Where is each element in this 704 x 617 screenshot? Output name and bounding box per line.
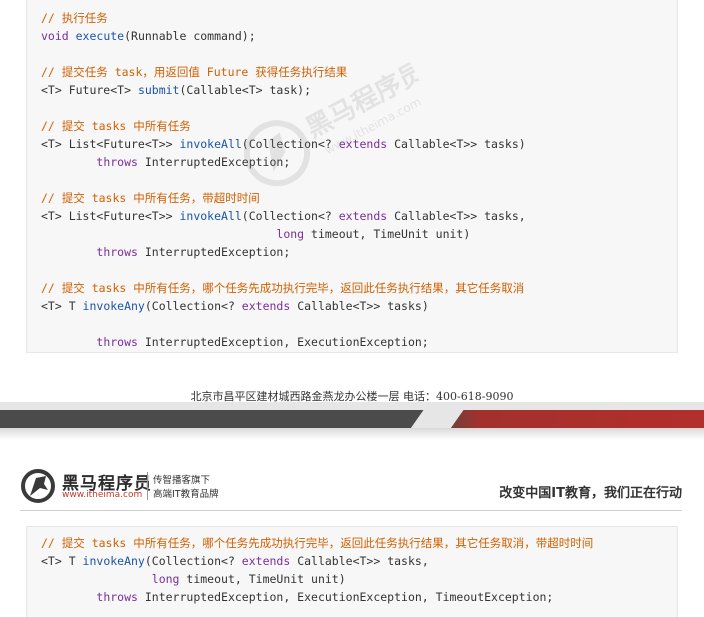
brand-url: www.itheima.com: [62, 490, 143, 500]
code-block-bottom: // 提交 tasks 中所有任务，哪个任务先成功执行完毕，返回此任务执行结果，…: [26, 526, 678, 617]
code-token: (Callable<T> task);: [179, 83, 312, 97]
code-token: execute: [75, 29, 125, 43]
code-line: throws InterruptedException, ExecutionEx…: [41, 588, 553, 606]
code-token: extends: [241, 299, 291, 313]
brand-tagline-1: 传智播客旗下: [153, 475, 211, 486]
code-line: long timeout, TimeUnit unit): [41, 570, 346, 588]
code-token: Callable<T>> tasks,: [387, 209, 526, 223]
horse-logo-icon: [21, 469, 55, 503]
code-token: invokeAny: [82, 299, 145, 313]
code-line: <T> T invokeAny(Collection<? extends Cal…: [41, 552, 429, 570]
footer-band-shadow: [0, 428, 704, 440]
code-token: InterruptedException, ExecutionException…: [137, 335, 429, 349]
code-line: long timeout, TimeUnit unit): [41, 225, 470, 243]
code-token: Callable<T>> tasks): [387, 137, 526, 151]
code-token: throws: [96, 155, 138, 169]
brand-slogan: 改变中国IT教育，我们正在行动: [499, 486, 682, 501]
code-token: invokeAny: [82, 554, 145, 568]
code-token: extends: [338, 137, 388, 151]
code-line: throws InterruptedException, ExecutionEx…: [41, 333, 429, 351]
code-token: throws: [96, 335, 138, 349]
code-line: // 提交 tasks 中所有任务，哪个任务先成功执行完毕，返回此任务执行结果，…: [41, 534, 593, 552]
code-line: <T> Future<T> submit(Callable<T> task);: [41, 81, 311, 99]
header-divider: [20, 510, 682, 511]
code-token: Callable<T>> tasks,: [290, 554, 429, 568]
code-line: throws InterruptedException;: [41, 243, 290, 261]
code-token: (Collection<?: [144, 554, 242, 568]
brand-tagline-2: 高端IT教育品牌: [153, 489, 219, 500]
code-token: invokeAll: [179, 137, 242, 151]
logo-divider: [147, 472, 148, 500]
code-token: InterruptedException;: [137, 245, 291, 259]
code-token: throws: [96, 590, 138, 604]
code-line: // 执行任务: [41, 9, 108, 27]
code-token: void: [41, 29, 76, 43]
code-token: <T> Future<T>: [41, 83, 138, 97]
code-token: <T> List<Future<T>>: [41, 209, 180, 223]
code-line: <T> List<Future<T>> invokeAll(Collection…: [41, 207, 526, 225]
code-line: void execute(Runnable command);: [41, 27, 256, 45]
code-block-top: // 执行任务 void execute(Runnable command); //…: [26, 0, 678, 353]
code-token: (Collection<?: [241, 209, 339, 223]
code-token: submit: [137, 83, 180, 97]
code-token: <T> T: [41, 299, 83, 313]
code-token: // 提交 tasks 中所有任务，带超时时间: [41, 191, 260, 205]
code-token: timeout, TimeUnit unit): [179, 572, 346, 586]
code-token: invokeAll: [179, 209, 242, 223]
code-token: Callable<T>> tasks): [290, 299, 429, 313]
code-token: extends: [241, 554, 291, 568]
code-token: // 提交 tasks 中所有任务，哪个任务先成功执行完毕，返回此任务执行结果，…: [41, 281, 525, 295]
code-token: (Collection<?: [144, 299, 242, 313]
code-line: // 提交 tasks 中所有任务，带超时时间: [41, 189, 260, 207]
code-token: // 执行任务: [41, 11, 108, 25]
code-line: // 提交 tasks 中所有任务: [41, 117, 191, 135]
footer-band-red: [430, 410, 704, 428]
code-line: // 提交 tasks 中所有任务，哪个任务先成功执行完毕，返回此任务执行结果，…: [41, 279, 524, 297]
code-token: <T> T: [41, 554, 83, 568]
code-line: <T> List<Future<T>> invokeAll(Collection…: [41, 135, 526, 153]
code-token: InterruptedException, ExecutionException…: [137, 590, 554, 604]
code-token: extends: [338, 209, 388, 223]
code-token: (Collection<?: [241, 137, 339, 151]
code-token: long: [151, 572, 180, 586]
code-line: <T> T invokeAny(Collection<? extends Cal…: [41, 297, 429, 315]
brand-logo: 黑马程序员 www.itheima.com 传智播客旗下 高端IT教育品牌: [20, 468, 240, 504]
code-token: (Runnable command);: [124, 29, 256, 43]
code-token: // 提交 tasks 中所有任务: [41, 119, 191, 133]
code-token: throws: [96, 245, 138, 259]
code-line: throws InterruptedException;: [41, 153, 290, 171]
code-token: timeout, TimeUnit unit): [304, 227, 471, 241]
code-token: InterruptedException;: [137, 155, 291, 169]
code-token: // 提交 tasks 中所有任务，哪个任务先成功执行完毕，返回此任务执行结果，…: [41, 536, 594, 550]
code-token: <T> List<Future<T>>: [41, 137, 180, 151]
code-line: // 提交任务 task，用返回值 Future 获得任务执行结果: [41, 63, 347, 81]
code-token: // 提交任务 task，用返回值 Future 获得任务执行结果: [41, 65, 348, 79]
code-token: long: [276, 227, 305, 241]
